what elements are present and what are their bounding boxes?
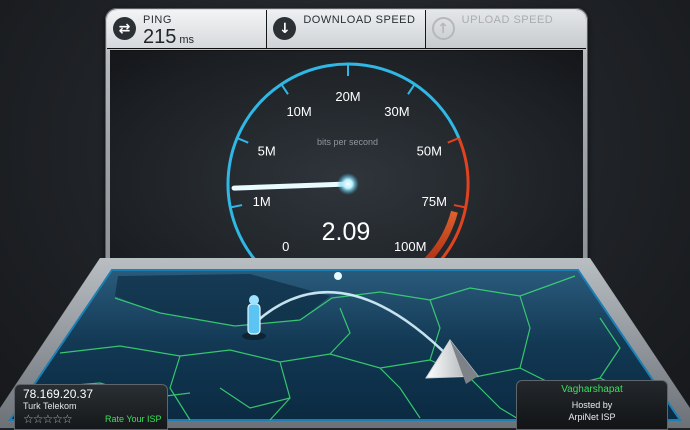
upload-arrow-icon: ↑ xyxy=(431,17,455,40)
ping-section: ⇄ PING 215 ms xyxy=(107,10,268,48)
gauge-tick-label: 0 xyxy=(282,239,289,254)
ping-arrows-icon: ⇄ xyxy=(113,17,136,40)
server-city[interactable]: Vagharshapat xyxy=(517,384,667,395)
client-ip: 78.169.20.37 xyxy=(23,387,94,401)
gauge-tick xyxy=(237,137,249,144)
client-info-box: 78.169.20.37 Turk Telekom ☆☆☆☆☆ Rate You… xyxy=(14,384,168,430)
gauge-tick xyxy=(453,204,465,209)
server-hosted-label: Hosted by xyxy=(571,400,613,410)
server-info-box: Vagharshapat Hosted by ArpiNet ISP xyxy=(516,380,668,430)
client-isp: Turk Telekom xyxy=(23,401,77,411)
server-isp: ArpiNet ISP xyxy=(568,412,616,422)
gauge-tick xyxy=(447,137,459,144)
gauge-tick-label: 10M xyxy=(286,104,311,119)
upload-label: UPLOAD SPEED xyxy=(461,14,554,26)
upload-section: ↑ UPLOAD SPEED xyxy=(425,10,586,48)
gauge-arc-danger-band xyxy=(423,210,458,264)
rate-isp-link[interactable]: Rate Your ISP xyxy=(105,414,162,424)
gauge-tick-label: 100M xyxy=(394,239,427,254)
results-header: ⇄ PING 215 ms ↓ DOWNLOAD SPEED ↑ UPLOAD S… xyxy=(107,10,586,49)
gauge-tick-label: 20M xyxy=(335,89,360,104)
route-midpoint xyxy=(334,272,342,280)
gauge-tick-label: 30M xyxy=(384,104,409,119)
ping-unit: ms xyxy=(179,34,195,46)
ping-label: PING xyxy=(143,14,172,26)
rating-stars[interactable]: ☆☆☆☆☆ xyxy=(23,412,73,426)
gauge-units-label: bits per second xyxy=(316,137,379,147)
gauge-tick-label: 1M xyxy=(253,194,271,209)
gauge-hub xyxy=(337,173,359,195)
gauge-tick-label: 75M xyxy=(422,194,447,209)
speed-value: 2.09 xyxy=(321,218,371,246)
gauge-tick-label: 5M xyxy=(258,143,276,158)
ping-value: 215 ms xyxy=(143,26,195,48)
download-arrow-icon: ↓ xyxy=(273,17,297,40)
gauge-tick xyxy=(231,204,243,209)
download-section: ↓ DOWNLOAD SPEED xyxy=(267,10,426,48)
gauge-tick xyxy=(281,84,289,95)
gauge-needle xyxy=(231,181,351,191)
download-label: DOWNLOAD SPEED xyxy=(303,14,416,26)
gauge-tick xyxy=(407,84,415,95)
gauge-tick-label: 50M xyxy=(417,143,442,158)
